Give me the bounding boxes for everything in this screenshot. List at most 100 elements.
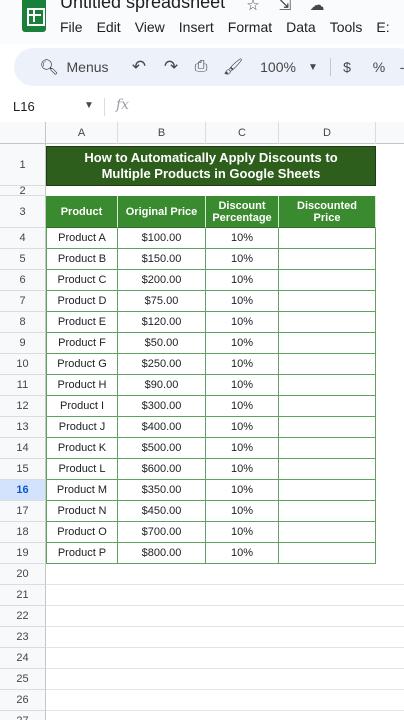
table-cell-price[interactable]: $200.00 [118,270,206,291]
row-header-7[interactable]: 7 [0,291,46,312]
table-cell-discount[interactable]: 10% [206,228,279,249]
table-cell-discounted[interactable] [279,480,376,501]
table-cell-discounted[interactable] [279,417,376,438]
row-header-3[interactable]: 3 [0,196,46,228]
table-cell-discounted[interactable] [279,501,376,522]
table-cell-price[interactable]: $450.00 [118,501,206,522]
row-header-17[interactable]: 17 [0,501,46,522]
star-icon[interactable]: ☆ [244,0,262,14]
menu-file[interactable]: File [60,19,83,35]
column-header-e[interactable] [376,122,404,144]
spreadsheet-grid[interactable]: A B C D How to Automatically Apply Disco… [0,122,404,720]
document-title[interactable]: Untitled spreadsheet [60,0,225,13]
table-cell-discount[interactable]: 10% [206,417,279,438]
table-cell-discounted[interactable] [279,522,376,543]
table-cell-price[interactable]: $800.00 [118,543,206,564]
table-cell-product[interactable]: Product A [46,228,118,249]
currency-format-button[interactable]: $ [336,48,358,86]
table-cell-price[interactable]: $150.00 [118,249,206,270]
chevron-down-icon[interactable]: ▼ [84,100,94,111]
header-discount-percentage[interactable]: Discount Percentage [206,196,279,228]
row-header-9[interactable]: 9 [0,333,46,354]
table-cell-discount[interactable]: 10% [206,438,279,459]
table-cell-discount[interactable]: 10% [206,459,279,480]
table-cell-price[interactable]: $600.00 [118,459,206,480]
table-cell-product[interactable]: Product L [46,459,118,480]
table-cell-discount[interactable]: 10% [206,543,279,564]
redo-icon[interactable]: ↷ [158,48,184,86]
table-cell-price[interactable]: $700.00 [118,522,206,543]
table-cell-discount[interactable]: 10% [206,249,279,270]
row-header-22[interactable]: 22 [0,606,46,627]
row-header-10[interactable]: 10 [0,354,46,375]
table-cell-product[interactable]: Product M [46,480,118,501]
select-all-corner[interactable] [0,122,46,144]
table-cell-discounted[interactable] [279,249,376,270]
header-discounted-price[interactable]: Discounted Price [279,196,376,228]
column-header-c[interactable]: C [206,122,279,144]
table-cell-discounted[interactable] [279,396,376,417]
table-cell-product[interactable]: Product N [46,501,118,522]
row-header-12[interactable]: 12 [0,396,46,417]
table-cell-product[interactable]: Product I [46,396,118,417]
table-cell-discounted[interactable] [279,291,376,312]
table-cell-product[interactable]: Product P [46,543,118,564]
table-cell-price[interactable]: $250.00 [118,354,206,375]
decrease-decimal-icon[interactable]: -. [396,48,404,86]
table-cell-product[interactable]: Product K [46,438,118,459]
table-cell-discounted[interactable] [279,333,376,354]
header-original-price[interactable]: Original Price [118,196,206,228]
table-cell-product[interactable]: Product J [46,417,118,438]
header-product[interactable]: Product [46,196,118,228]
row-header-20[interactable]: 20 [0,564,46,585]
search-menus-button[interactable]: 🔍︎ Menus [20,48,128,86]
table-cell-discount[interactable]: 10% [206,291,279,312]
table-cell-price[interactable]: $50.00 [118,333,206,354]
table-cell-product[interactable]: Product F [46,333,118,354]
table-cell-discount[interactable]: 10% [206,396,279,417]
cloud-status-icon[interactable]: ☁ [308,0,326,14]
table-cell-price[interactable]: $500.00 [118,438,206,459]
row-header-15[interactable]: 15 [0,459,46,480]
table-cell-price[interactable]: $120.00 [118,312,206,333]
table-cell-discounted[interactable] [279,375,376,396]
row-header-2[interactable]: 2 [0,185,46,197]
table-cell-product[interactable]: Product O [46,522,118,543]
table-cell-product[interactable]: Product G [46,354,118,375]
row-header-5[interactable]: 5 [0,249,46,270]
table-cell-discount[interactable]: 10% [206,354,279,375]
table-cell-price[interactable]: $300.00 [118,396,206,417]
sheets-logo-icon[interactable] [22,0,46,32]
percent-format-button[interactable]: % [368,48,390,86]
table-cell-discount[interactable]: 10% [206,375,279,396]
table-cell-product[interactable]: Product B [46,249,118,270]
table-cell-discounted[interactable] [279,543,376,564]
title-banner-cell[interactable]: How to Automatically Apply Discounts to … [46,146,376,186]
table-cell-discounted[interactable] [279,228,376,249]
row-header-26[interactable]: 26 [0,690,46,711]
table-cell-product[interactable]: Product C [46,270,118,291]
table-cell-discount[interactable]: 10% [206,270,279,291]
column-header-d[interactable]: D [279,122,376,144]
table-cell-price[interactable]: $350.00 [118,480,206,501]
print-icon[interactable]: ⎙ [188,48,214,86]
zoom-select[interactable]: 100% ▼ [254,48,324,86]
name-box[interactable]: L16 [13,99,35,114]
row-header-6[interactable]: 6 [0,270,46,291]
table-cell-discounted[interactable] [279,270,376,291]
row-header-16[interactable]: 16 [0,480,46,501]
row-header-18[interactable]: 18 [0,522,46,543]
row-header-13[interactable]: 13 [0,417,46,438]
menu-insert[interactable]: Insert [179,19,214,35]
table-cell-discount[interactable]: 10% [206,312,279,333]
table-cell-price[interactable]: $75.00 [118,291,206,312]
table-cell-product[interactable]: Product D [46,291,118,312]
undo-icon[interactable]: ↶ [126,48,152,86]
menu-view[interactable]: View [135,19,165,35]
column-header-b[interactable]: B [118,122,206,144]
row-header-19[interactable]: 19 [0,543,46,564]
table-cell-price[interactable]: $400.00 [118,417,206,438]
table-cell-price[interactable]: $90.00 [118,375,206,396]
row-header-25[interactable]: 25 [0,669,46,690]
move-folder-icon[interactable]: ⇲ [276,0,294,14]
